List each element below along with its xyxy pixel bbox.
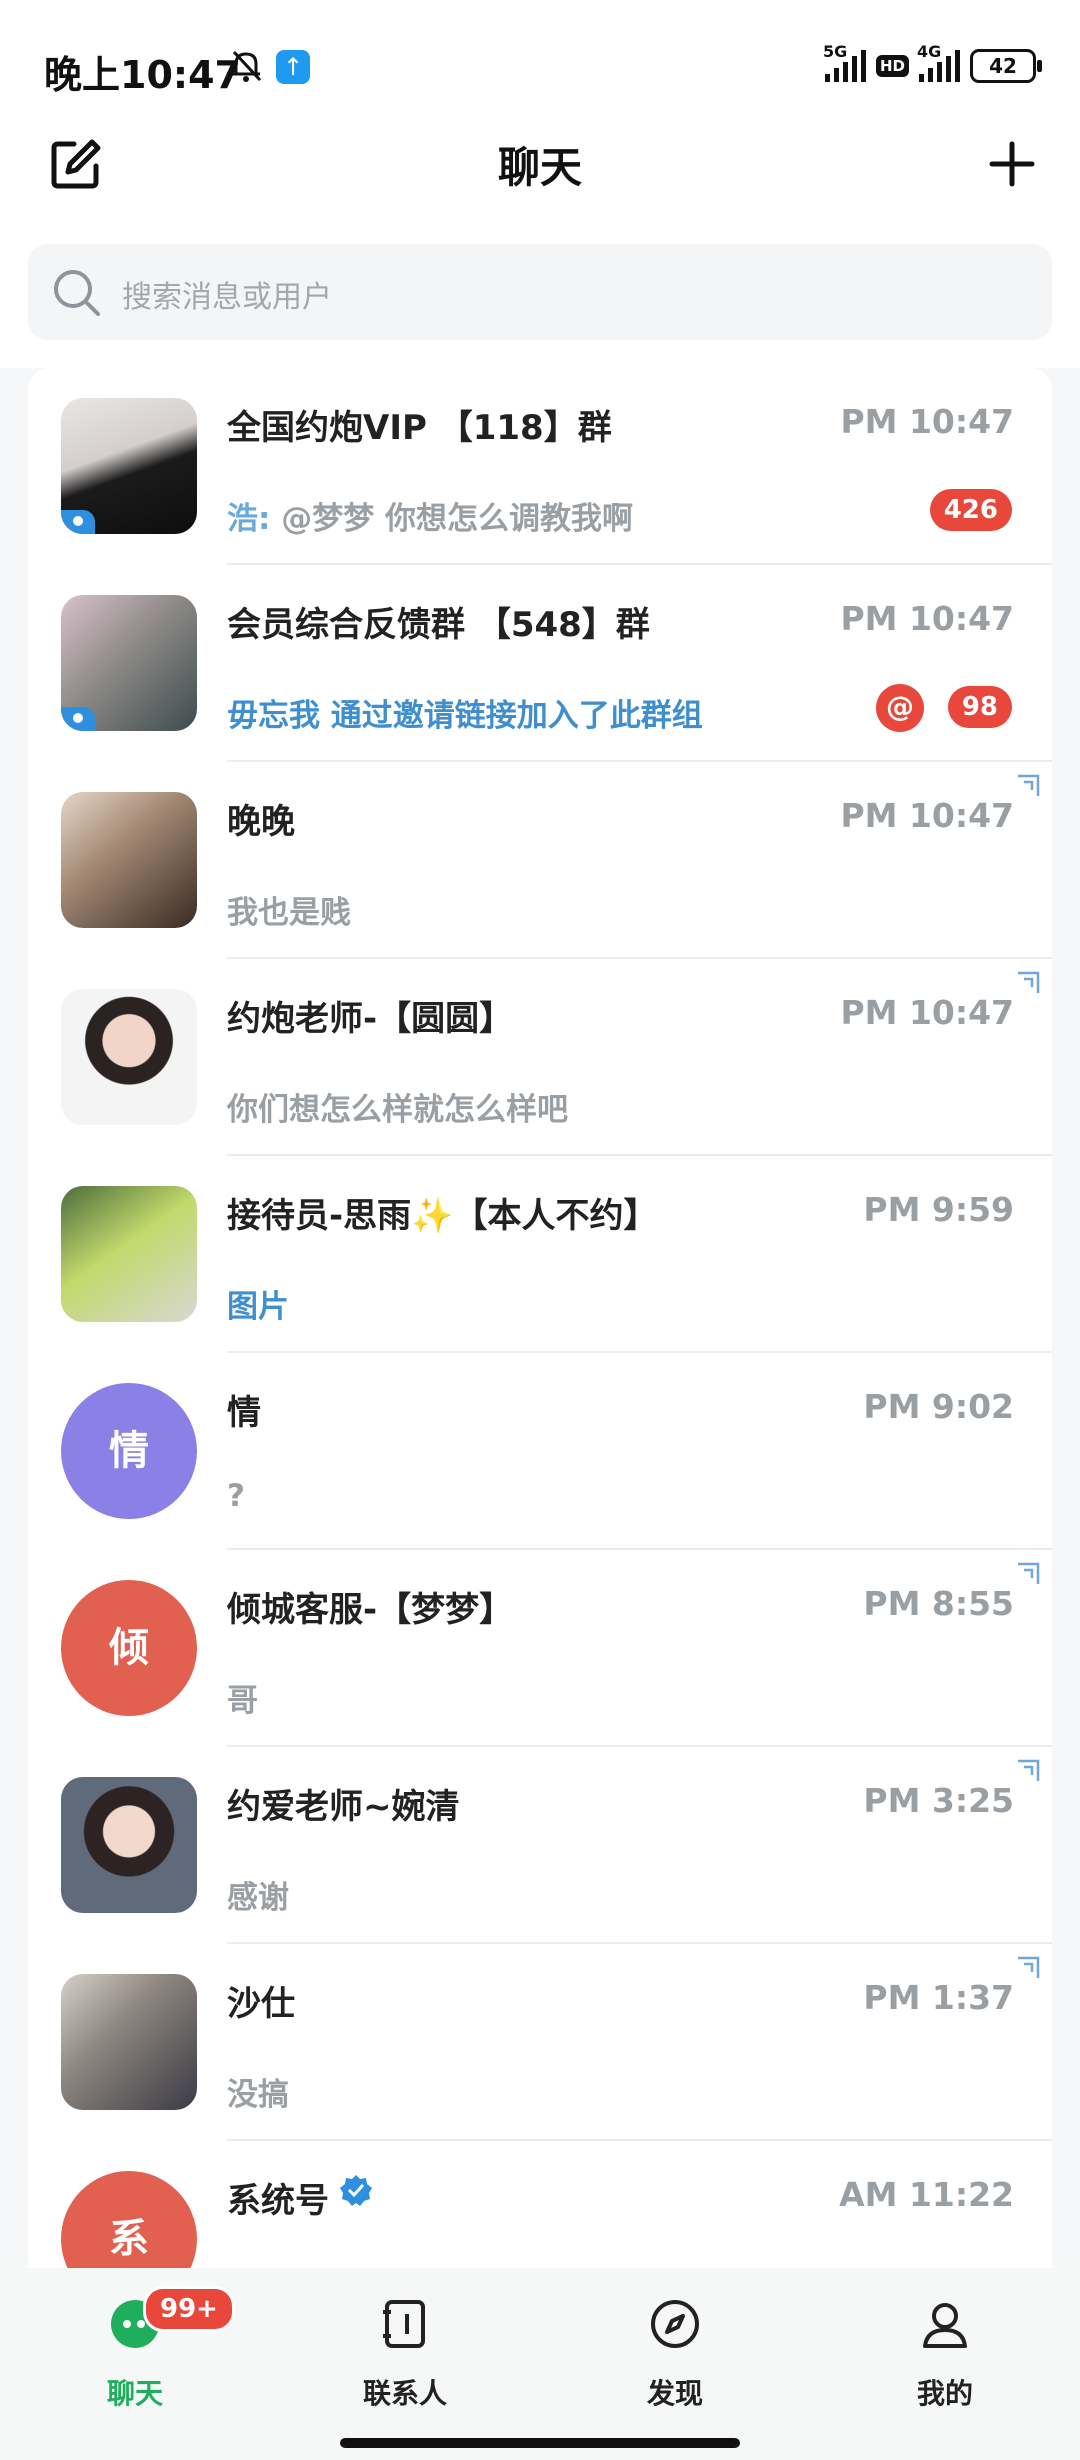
chat-row[interactable]: 情 情 PM 9:02 ? — [28, 1353, 1052, 1550]
home-indicator[interactable] — [340, 2438, 740, 2448]
chat-row[interactable]: 倾 倾城客服-【梦梦】 PM 8:55 哥 — [28, 1550, 1052, 1747]
chat-time: PM 10:47 — [840, 402, 1014, 441]
status-time: 晚上10:47 — [44, 53, 241, 97]
nav-unread-badge: 99+ — [143, 2286, 235, 2332]
user-icon — [923, 2303, 967, 2348]
avatar-letter: 情 — [61, 1383, 197, 1519]
search-placeholder: 搜索消息或用户 — [122, 280, 332, 315]
group-icon — [61, 510, 95, 534]
chat-preview: 浩: @梦梦 你想怎么调教我啊 — [227, 493, 633, 538]
chat-row[interactable]: 会员综合反馈群 【548】群 PM 10:47 毋忘我 通过邀请链接加入了此群组… — [28, 565, 1052, 762]
chat-name: 情 — [227, 1393, 261, 1433]
chat-name: 系统号 — [227, 2181, 329, 2221]
avatar — [61, 398, 197, 534]
signal-4g-icon: 4G — [917, 42, 960, 82]
chat-row[interactable]: 晚晚 PM 10:47 我也是贱 — [28, 762, 1052, 959]
chat-list: 全国约炮VIP 【118】群 PM 10:47 浩: @梦梦 你想怎么调教我啊 … — [28, 368, 1052, 2268]
verified-icon — [340, 2175, 372, 2206]
pin-corner-icon — [1018, 1759, 1040, 1781]
avatar — [61, 595, 197, 731]
chat-name: 晚晚 — [227, 802, 295, 842]
avatar — [61, 792, 197, 928]
nav-label: 我的 — [916, 2377, 973, 2410]
avatar — [61, 1974, 197, 2110]
group-icon — [61, 707, 95, 731]
chat-time: PM 9:02 — [863, 1387, 1014, 1426]
upload-notification-icon: ↑ — [276, 50, 310, 84]
chat-time: PM 1:37 — [863, 1978, 1014, 2017]
status-bar: 晚上10:47 ↑ 5G HD 4G 42 — [0, 0, 1080, 130]
signal-5g-icon: 5G — [823, 42, 866, 82]
chat-message: 图片 — [227, 1289, 289, 1325]
chat-message: 我也是贱 — [227, 895, 351, 931]
chat-message: 毋忘我 通过邀请链接加入了此群组 — [227, 698, 703, 734]
chat-time: AM 11:22 — [839, 2175, 1014, 2214]
pin-corner-icon — [1018, 1562, 1040, 1584]
chat-row[interactable]: 全国约炮VIP 【118】群 PM 10:47 浩: @梦梦 你想怎么调教我啊 … — [28, 368, 1052, 565]
status-indicators: 5G HD 4G 42 — [823, 42, 1042, 88]
chat-time: PM 10:47 — [840, 993, 1014, 1032]
nav-contacts[interactable]: 联系人 — [305, 2268, 505, 2418]
chat-name: 会员综合反馈群 【548】群 — [227, 605, 650, 645]
nav-label: 聊天 — [106, 2377, 163, 2410]
search-icon — [54, 270, 100, 316]
chat-time: PM 3:25 — [863, 1781, 1014, 1820]
pin-corner-icon — [1018, 971, 1040, 993]
search-bar[interactable]: 搜索消息或用户 — [28, 244, 1052, 340]
chat-time: PM 9:59 — [863, 1190, 1014, 1229]
nav-chats[interactable]: 99+ 聊天 — [35, 2268, 235, 2418]
chat-message: 你们想怎么样就怎么样吧 — [227, 1092, 568, 1128]
top-bar: 聊天 — [0, 120, 1080, 240]
bell-off-icon — [232, 50, 262, 82]
sender-name: 浩: — [227, 501, 271, 537]
chat-name: 沙仕 — [227, 1984, 295, 2024]
hd-badge: HD — [875, 55, 909, 77]
chat-message: 没搞 — [227, 2077, 289, 2113]
chat-row[interactable]: 系 系统号 AM 11:22 — [28, 2141, 1052, 2268]
chat-row[interactable]: 约炮老师-【圆圆】 PM 10:47 你们想怎么样就怎么样吧 — [28, 959, 1052, 1156]
chat-message: 哥 — [227, 1683, 258, 1719]
pin-corner-icon — [1018, 774, 1040, 796]
chat-message: ? — [227, 1478, 245, 1514]
chat-message: 感谢 — [227, 1880, 289, 1916]
pin-corner-icon — [1018, 1956, 1040, 1978]
network-5g-label: 5G — [822, 42, 848, 61]
bottom-nav: 99+ 聊天 联系人 发现 我的 — [0, 2268, 1080, 2460]
unread-badge: 98 — [947, 686, 1012, 728]
battery-icon: 42 — [970, 49, 1042, 83]
avatar — [61, 1777, 197, 1913]
chat-row[interactable]: 接待员-思雨✨【本人不约】 PM 9:59 图片 — [28, 1156, 1052, 1353]
nav-label: 联系人 — [362, 2377, 447, 2410]
network-4g-label: 4G — [917, 42, 942, 61]
chat-name: 倾城客服-【梦梦】 — [227, 1590, 514, 1630]
chat-name: 约爱老师~婉清 — [227, 1787, 460, 1827]
chat-message: @梦梦 你想怎么调教我啊 — [270, 501, 633, 537]
avatar-letter: 倾 — [61, 1580, 197, 1716]
nav-label: 发现 — [646, 2377, 703, 2410]
chat-time: PM 8:55 — [863, 1584, 1014, 1623]
nav-me[interactable]: 我的 — [845, 2268, 1045, 2418]
avatar-letter: 系 — [61, 2171, 197, 2268]
compass-icon — [651, 2300, 699, 2348]
plus-icon[interactable] — [984, 136, 1040, 192]
avatar — [61, 989, 197, 1125]
chat-row[interactable]: 约爱老师~婉清 PM 3:25 感谢 — [28, 1747, 1052, 1944]
chat-name: 全国约炮VIP 【118】群 — [227, 408, 612, 448]
chat-time: PM 10:47 — [840, 599, 1014, 638]
chat-name-wrap: 系统号 — [227, 2173, 373, 2222]
mention-badge: @ — [876, 684, 924, 732]
chat-name: 约炮老师-【圆圆】 — [227, 999, 514, 1039]
avatar — [61, 1186, 197, 1322]
chat-row[interactable]: 沙仕 PM 1:37 没搞 — [28, 1944, 1052, 2141]
unread-badge: 426 — [929, 489, 1012, 531]
nav-discover[interactable]: 发现 — [575, 2268, 775, 2418]
contacts-book-icon — [383, 2300, 425, 2348]
chat-name: 接待员-思雨✨【本人不约】 — [227, 1196, 658, 1236]
page-title: 聊天 — [497, 143, 582, 192]
chat-time: PM 10:47 — [840, 796, 1014, 835]
